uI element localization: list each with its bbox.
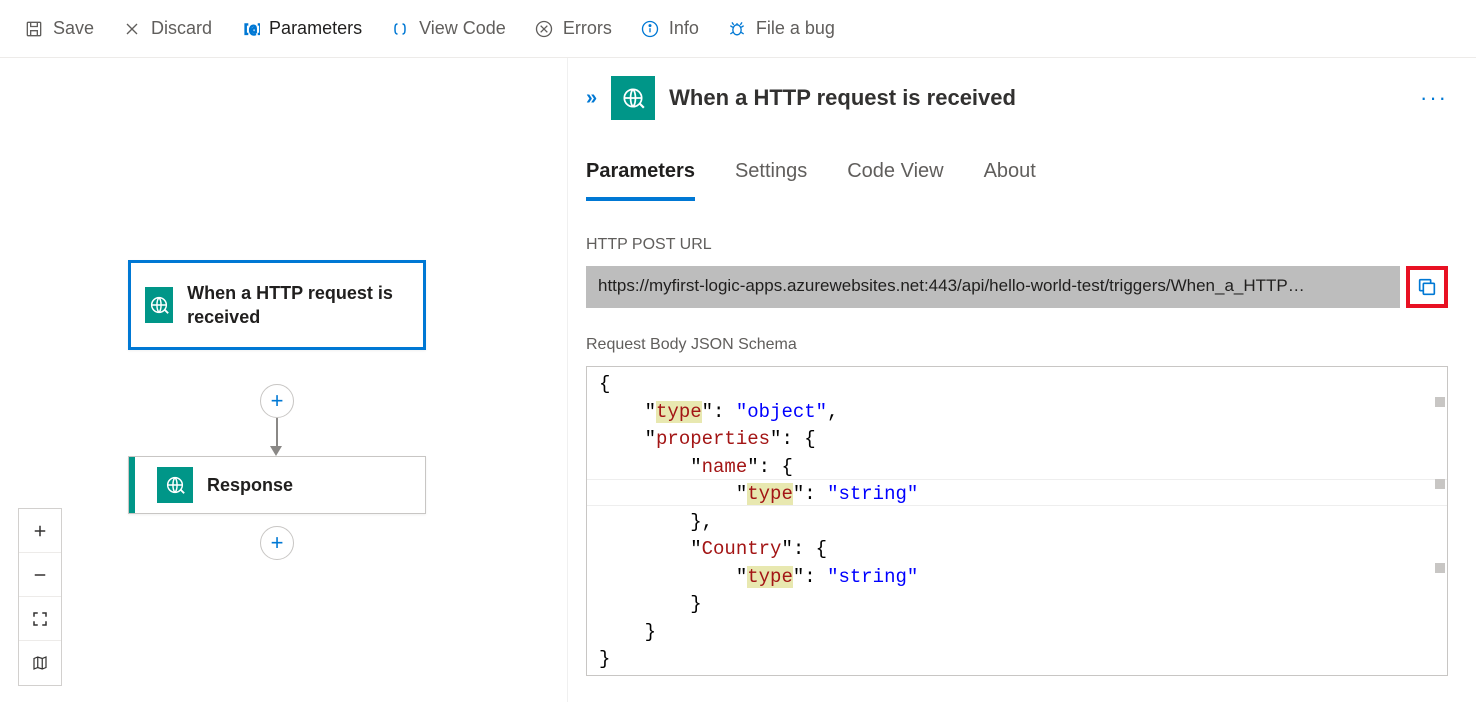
errors-label: Errors — [563, 18, 612, 39]
info-icon — [640, 19, 660, 39]
parameters-icon: [@] — [240, 19, 260, 39]
view-code-button[interactable]: View Code — [390, 18, 506, 39]
panel-trigger-icon — [611, 76, 655, 120]
json-schema-editor[interactable]: { "type": "object", "properties": { "nam… — [586, 366, 1448, 676]
collapse-panel-button[interactable]: » — [586, 87, 597, 110]
trigger-node-label: When a HTTP request is received — [187, 281, 409, 330]
svg-text:[@]: [@] — [243, 22, 261, 36]
save-label: Save — [53, 18, 94, 39]
url-field-label: HTTP POST URL — [586, 236, 1448, 254]
copy-icon — [1416, 276, 1438, 298]
zoom-out-button[interactable] — [19, 553, 61, 597]
add-action-button-1[interactable]: + — [260, 384, 294, 418]
panel-more-button[interactable]: ··· — [1420, 85, 1448, 111]
zoom-in-button[interactable] — [19, 509, 61, 553]
details-panel: » When a HTTP request is received ··· Pa… — [568, 58, 1476, 702]
response-node[interactable]: Response — [128, 456, 426, 514]
code-icon — [390, 19, 410, 39]
workflow-designer[interactable]: When a HTTP request is received + Respon… — [0, 58, 568, 702]
response-icon — [157, 467, 193, 503]
discard-button[interactable]: Discard — [122, 18, 212, 39]
fit-screen-button[interactable] — [19, 597, 61, 641]
toolbar: Save Discard [@] Parameters View Code Er… — [0, 0, 1476, 58]
connector-line — [276, 418, 278, 448]
tab-about[interactable]: About — [984, 160, 1036, 201]
panel-title: When a HTTP request is received — [669, 85, 1016, 111]
trigger-node[interactable]: When a HTTP request is received — [128, 260, 426, 350]
tab-code-view[interactable]: Code View — [847, 160, 943, 201]
response-accent-bar — [129, 457, 135, 513]
parameters-button[interactable]: [@] Parameters — [240, 18, 362, 39]
tab-settings[interactable]: Settings — [735, 160, 807, 201]
http-trigger-icon — [145, 287, 173, 323]
save-icon — [24, 19, 44, 39]
tab-parameters[interactable]: Parameters — [586, 160, 695, 201]
file-bug-button[interactable]: File a bug — [727, 18, 835, 39]
bug-icon — [727, 19, 747, 39]
minimap-button[interactable] — [19, 641, 61, 685]
view-code-label: View Code — [419, 18, 506, 39]
add-action-button-2[interactable]: + — [260, 526, 294, 560]
panel-tabs: Parameters Settings Code View About — [586, 160, 1448, 202]
parameters-label: Parameters — [269, 18, 362, 39]
errors-button[interactable]: Errors — [534, 18, 612, 39]
info-button[interactable]: Info — [640, 18, 699, 39]
connector-arrow-icon — [270, 446, 282, 456]
zoom-controls — [18, 508, 62, 686]
response-node-label: Response — [207, 473, 293, 497]
save-button[interactable]: Save — [24, 18, 94, 39]
info-label: Info — [669, 18, 699, 39]
schema-field-label: Request Body JSON Schema — [586, 336, 1448, 354]
errors-icon — [534, 19, 554, 39]
file-bug-label: File a bug — [756, 18, 835, 39]
discard-label: Discard — [151, 18, 212, 39]
discard-icon — [122, 19, 142, 39]
http-post-url-input[interactable]: https://myfirst-logic-apps.azurewebsites… — [586, 266, 1400, 308]
copy-url-button[interactable] — [1406, 266, 1448, 308]
